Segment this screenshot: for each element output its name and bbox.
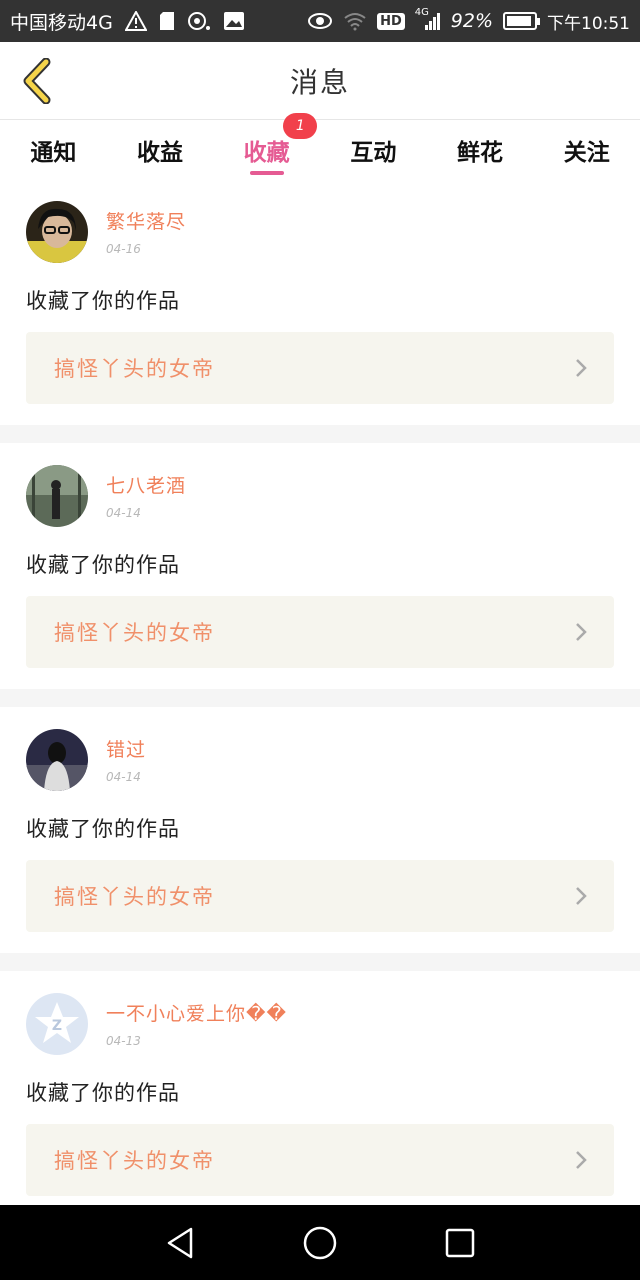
wifi-icon: [343, 11, 367, 31]
nav-back-icon: [167, 1227, 193, 1258]
divider: [0, 425, 640, 443]
work-link[interactable]: 搞怪丫头的女帝: [26, 596, 614, 668]
message-date: 04-14: [106, 770, 141, 784]
divider: [0, 953, 640, 971]
message-text: 收藏了你的作品: [26, 817, 180, 841]
username[interactable]: 一不小心爱上你��: [106, 999, 287, 1026]
system-nav-bar: [0, 1205, 640, 1280]
image-icon: [223, 11, 245, 31]
username[interactable]: 七八老酒: [106, 471, 186, 498]
work-title: 搞怪丫头的女帝: [54, 621, 215, 645]
unread-badge: 1: [283, 113, 318, 139]
list-item: 错过 04-14 收藏了你的作品 搞怪丫头的女帝: [0, 707, 640, 953]
eye-icon: [307, 12, 333, 30]
nav-home-icon: [303, 1226, 337, 1259]
tab-label: 关注: [563, 140, 610, 166]
tab-following[interactable]: 关注: [533, 121, 640, 179]
username[interactable]: 错过: [106, 735, 146, 762]
username[interactable]: 繁华落尽: [106, 207, 186, 234]
signal-icon: 4G: [415, 7, 441, 31]
battery-icon: [503, 12, 540, 30]
message-text: 收藏了你的作品: [26, 1081, 180, 1105]
tab-notifications[interactable]: 通知: [0, 121, 107, 179]
work-link[interactable]: 搞怪丫头的女帝: [26, 1124, 614, 1196]
clock: 下午10:51: [547, 13, 630, 34]
chevron-right-icon: [576, 1151, 587, 1169]
nav-recents-button[interactable]: [438, 1221, 482, 1265]
tab-label: 互动: [350, 140, 397, 166]
tab-bar: 通知 收益 收藏 1 互动 鲜花 关注: [0, 113, 640, 179]
tab-label: 收藏: [243, 140, 290, 166]
tab-label: 鲜花: [457, 140, 504, 166]
tab-flowers[interactable]: 鲜花: [427, 121, 534, 179]
message-date: 04-16: [106, 242, 141, 256]
work-title: 搞怪丫头的女帝: [54, 357, 215, 381]
message-list: 繁华落尽 04-16 收藏了你的作品 搞怪丫头的女帝 七八老酒 04-14 收藏…: [0, 179, 640, 1217]
message-date: 04-13: [106, 1034, 141, 1048]
tab-label: 通知: [30, 140, 77, 166]
svg-text:Z: Z: [52, 1018, 62, 1034]
tab-favorites[interactable]: 收藏 1: [213, 113, 320, 179]
carrier-label: 中国移动4G: [10, 11, 113, 34]
nav-recents-icon: [445, 1228, 475, 1257]
chevron-right-icon: [576, 887, 587, 905]
work-link[interactable]: 搞怪丫头的女帝: [26, 332, 614, 404]
message-text: 收藏了你的作品: [26, 289, 180, 313]
avatar[interactable]: [26, 465, 88, 527]
active-tab-indicator: [249, 171, 284, 175]
tab-earnings[interactable]: 收益: [107, 121, 214, 179]
work-link[interactable]: 搞怪丫头的女帝: [26, 860, 614, 932]
top-app-bar: 消息: [0, 42, 640, 120]
back-button[interactable]: [16, 58, 56, 104]
work-title: 搞怪丫头的女帝: [54, 885, 215, 909]
work-title: 搞怪丫头的女帝: [54, 1149, 215, 1173]
chevron-left-icon: [23, 58, 51, 104]
nav-home-button[interactable]: [298, 1221, 342, 1265]
network-type-label: 4G: [414, 7, 429, 18]
avatar[interactable]: [26, 729, 88, 791]
avatar[interactable]: [26, 201, 88, 263]
sd-card-icon: [159, 11, 175, 31]
tab-label: 收益: [137, 140, 183, 166]
chevron-right-icon: [576, 359, 587, 377]
default-avatar-icon: Z: [26, 993, 88, 1055]
status-bar: 中国移动4G HD 4G 92% 下午10:51: [0, 0, 640, 42]
tab-interactions[interactable]: 互动: [320, 121, 427, 179]
page-title: 消息: [289, 65, 350, 99]
message-date: 04-14: [106, 506, 141, 520]
list-item: 七八老酒 04-14 收藏了你的作品 搞怪丫头的女帝: [0, 443, 640, 689]
nav-back-button[interactable]: [158, 1221, 202, 1265]
chevron-right-icon: [576, 623, 587, 641]
list-item: 繁华落尽 04-16 收藏了你的作品 搞怪丫头的女帝: [0, 179, 640, 425]
avatar[interactable]: Z: [26, 993, 88, 1055]
hotspot-icon: [187, 11, 211, 31]
divider: [0, 689, 640, 707]
warning-icon: [124, 11, 147, 31]
battery-percent: 92%: [450, 10, 493, 32]
message-text: 收藏了你的作品: [26, 553, 180, 577]
hd-icon: HD: [377, 12, 405, 30]
list-item: Z 一不小心爱上你�� 04-13 收藏了你的作品 搞怪丫头的女帝: [0, 971, 640, 1217]
